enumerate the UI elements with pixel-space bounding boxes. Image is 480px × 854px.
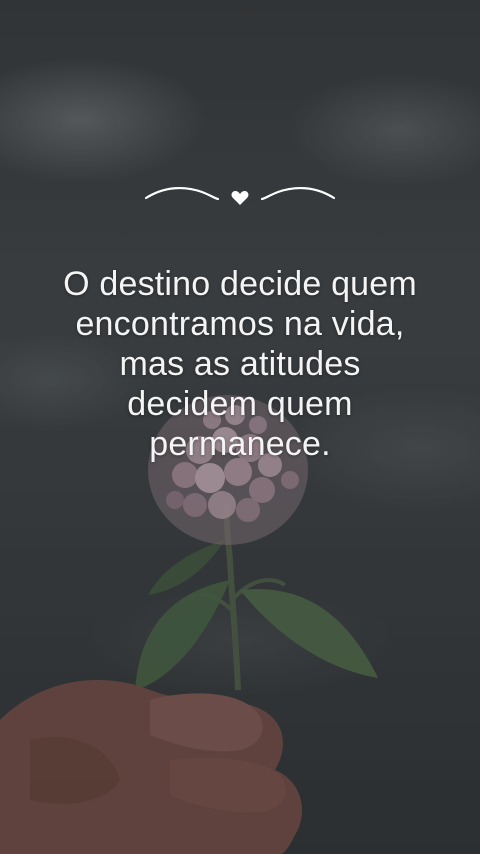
quote-line: permanece. — [149, 425, 331, 463]
quote-line: O destino decide quem — [63, 265, 417, 303]
quote-line: encontramos na vida, — [75, 305, 405, 343]
quote-line: decidem quem — [127, 385, 353, 423]
ornament-divider — [144, 186, 336, 205]
quote-text: O destino decide quem encontramos na vid… — [30, 264, 450, 464]
heart-icon — [231, 191, 249, 205]
background-photo: O destino decide quem encontramos na vid… — [0, 0, 480, 854]
quote-line: mas as atitudes — [119, 345, 361, 383]
